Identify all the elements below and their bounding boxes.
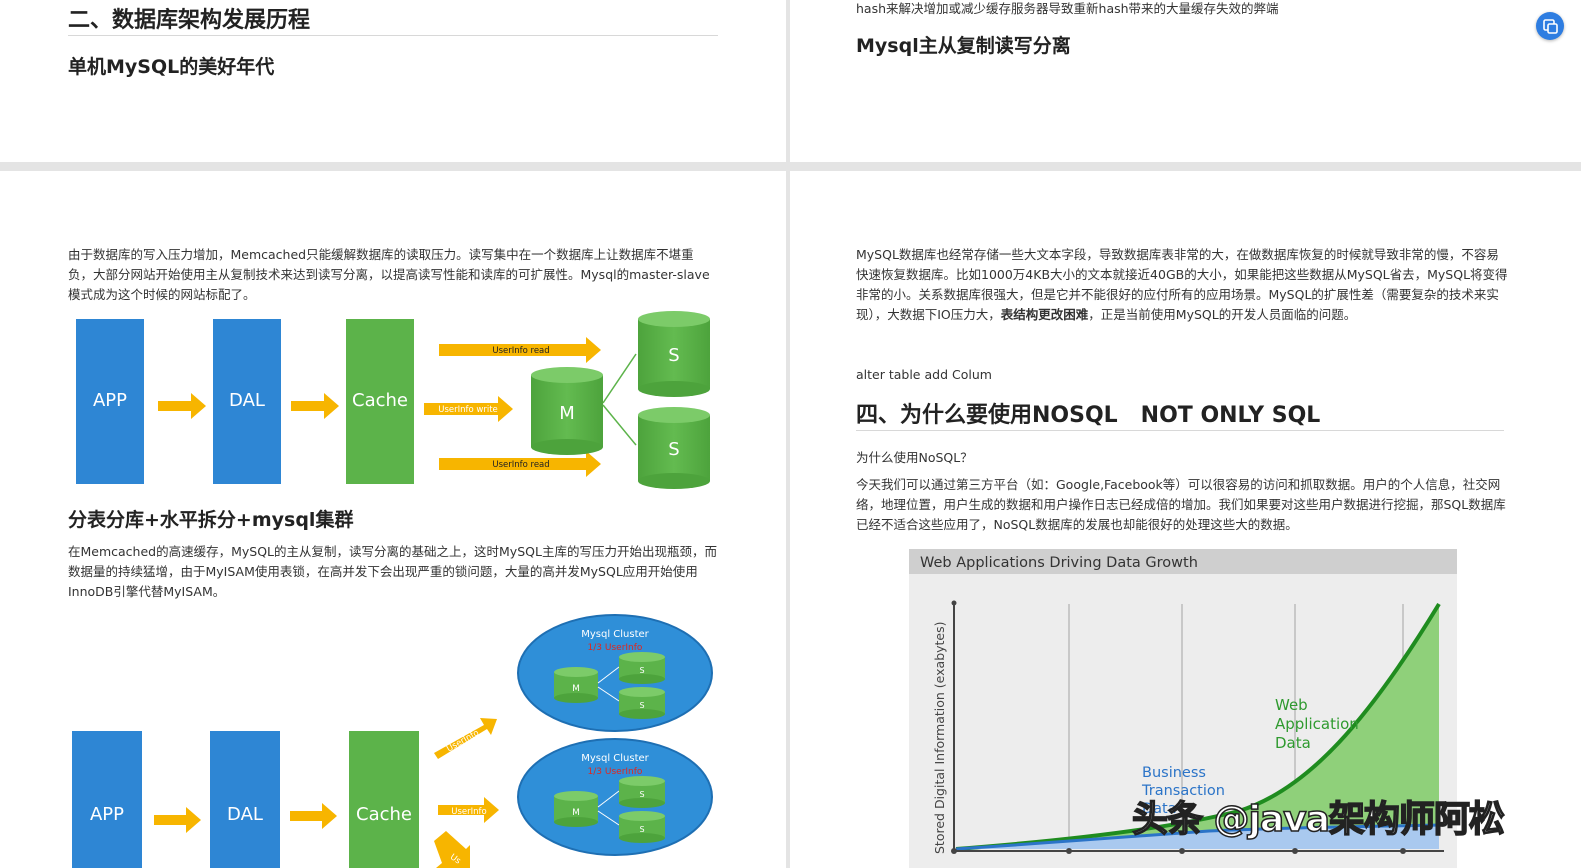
- y-axis-label: Stored Digital Information (exabytes): [932, 621, 947, 854]
- cache-label: Cache: [356, 804, 412, 825]
- master-label: M: [559, 403, 575, 424]
- paragraph: 由于数据库的写入压力增加，Memcached只能缓解数据库的读取压力。读写集中在…: [68, 247, 710, 302]
- slave-label: S: [639, 701, 644, 710]
- arrow: [291, 393, 339, 419]
- slave-label: S: [639, 825, 644, 834]
- cluster-subtitle: 1/3 UserInfo: [588, 643, 643, 653]
- replication-line: [602, 353, 637, 404]
- userinfo-arrow-label: UserInfo: [445, 728, 481, 754]
- app-label: APP: [90, 804, 124, 825]
- axis-tick-dot: [951, 848, 957, 854]
- arrow: [290, 803, 337, 829]
- axis-tick-dot: [1292, 848, 1298, 854]
- cache-label: Cache: [352, 390, 408, 411]
- read-arrow-label: UserInfo read: [492, 346, 549, 356]
- app-label: APP: [93, 390, 127, 411]
- cluster-title: Mysql Cluster: [581, 753, 649, 764]
- cache-box: [349, 731, 419, 868]
- section-heading: 二、数据库架构发展历程: [68, 8, 311, 33]
- code-line: alter table add Colum: [856, 367, 992, 382]
- paragraph: 在Memcached的高速缓存，MySQL的主从复制，读写分离的基础之上，这时M…: [68, 544, 717, 599]
- divider: [856, 430, 1504, 431]
- arrow: [158, 393, 206, 419]
- chart-title: Web Applications Driving Data Growth: [920, 555, 1198, 571]
- read-arrow-label: UserInfo read: [492, 460, 549, 470]
- write-arrow-label: UserInfo write: [438, 405, 498, 415]
- subheading: Mysql主从复制读写分离: [856, 35, 1071, 57]
- arrow: [154, 807, 201, 833]
- sharding-cluster-diagram: Mysql Cluster 1/3 UserInfo M S S Mysql C…: [72, 614, 713, 868]
- cut-off-line: hash来解决增加或减少缓存服务器导致重新hash带来的大量缓存失效的弊端: [856, 1, 1279, 16]
- master-label: M: [572, 808, 580, 818]
- dal-label: DAL: [227, 804, 263, 825]
- slave-label: S: [668, 345, 679, 366]
- axis-tick-dot: [1400, 848, 1406, 854]
- axis-tick-dot: [1179, 848, 1185, 854]
- app-box: [72, 731, 142, 868]
- read-write-split-diagram: APP DAL Cache UserInfo read UserInfo wri…: [76, 311, 710, 489]
- divider: [68, 35, 718, 36]
- section-subheading: 分表分库+水平拆分+mysql集群: [68, 509, 354, 531]
- axis-cap: [951, 600, 957, 606]
- cluster-title: Mysql Cluster: [581, 629, 649, 640]
- page-top-left: 二、数据库架构发展历程 单机MySQL的美好年代: [0, 0, 786, 162]
- slave-label: S: [639, 666, 644, 675]
- dal-label: DAL: [229, 390, 265, 411]
- watermark: 头条 @java架构师阿松: [1131, 798, 1505, 841]
- dal-box: [210, 731, 280, 868]
- slave-label: S: [639, 790, 644, 799]
- userinfo-arrow-label: UserInfo: [451, 807, 486, 817]
- slave-label: S: [668, 439, 679, 460]
- page-top-right: hash来解决增加或减少缓存服务器导致重新hash带来的大量缓存失效的弊端 My…: [790, 0, 1581, 162]
- section-heading: 四、为什么要使用NOSQL NOT ONLY SQL: [856, 403, 1321, 428]
- paragraph-text: ，正是当前使用MySQL的开发人员面临的问题。: [1088, 307, 1357, 322]
- replication-line: [602, 404, 637, 446]
- paragraph: 今天我们可以通过第三方平台（如：Google,Facebook等）可以很容易的访…: [856, 477, 1506, 532]
- paragraph: MySQL数据库也经常存储一些大文本字段，导致数据库表非常的大，在做数据库恢复的…: [856, 245, 1508, 325]
- question-text: 为什么使用NoSQL？: [856, 450, 973, 465]
- page-bottom-left: 由于数据库的写入压力增加，Memcached只能缓解数据库的读取压力。读写集中在…: [0, 171, 786, 868]
- page-bottom-right: MySQL数据库也经常存储一些大文本字段，导致数据库表非常的大，在做数据库恢复的…: [790, 171, 1581, 868]
- master-label: M: [572, 684, 580, 694]
- cluster-subtitle: 1/3 UserInfo: [588, 767, 643, 777]
- subheading: 单机MySQL的美好年代: [68, 56, 275, 78]
- axis-tick-dot: [1066, 848, 1072, 854]
- translate-icon[interactable]: [1536, 12, 1564, 40]
- bold-text: 表结构更改困难: [1000, 307, 1089, 322]
